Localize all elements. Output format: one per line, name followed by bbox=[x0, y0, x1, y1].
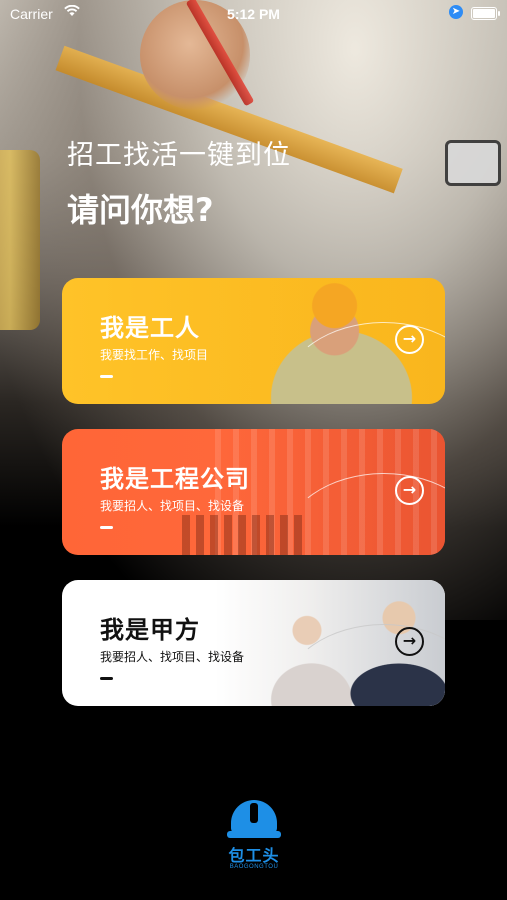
card-dash bbox=[100, 526, 113, 529]
headline: 招工找活一键到位 bbox=[67, 140, 291, 171]
arrow-right-icon[interactable]: → bbox=[395, 476, 424, 505]
card-dash bbox=[100, 375, 113, 378]
tape-measure-graphic bbox=[445, 140, 501, 186]
card-dash bbox=[100, 677, 113, 680]
question-title: 请问你想? bbox=[67, 191, 214, 229]
arrow-right-icon[interactable]: → bbox=[395, 627, 424, 656]
card-subtitle: 我要找工作、找项目 bbox=[100, 348, 209, 362]
worker-card[interactable]: 我是工人 我要找工作、找项目 → bbox=[62, 278, 445, 404]
app-logo: 包工头 BAOGONGTOU bbox=[227, 800, 281, 870]
arrow-right-icon[interactable]: → bbox=[395, 325, 424, 354]
battery-icon bbox=[471, 7, 500, 20]
location-arrow-icon: ➤ bbox=[449, 5, 463, 19]
client-card[interactable]: 我是甲方 我要招人、找项目、找设备 → bbox=[62, 580, 445, 706]
cup-graphic bbox=[0, 150, 40, 330]
logo-name: 包工头 bbox=[228, 846, 280, 865]
card-title: 我是工程公司 bbox=[100, 465, 250, 493]
helmet-icon bbox=[227, 800, 281, 838]
card-subtitle: 我要招人、找项目、找设备 bbox=[100, 499, 245, 513]
card-title: 我是甲方 bbox=[100, 616, 200, 644]
card-title: 我是工人 bbox=[100, 314, 200, 342]
company-card[interactable]: 我是工程公司 我要招人、找项目、找设备 → bbox=[62, 429, 445, 555]
clock: 5:12 PM bbox=[227, 6, 280, 22]
card-subtitle: 我要招人、找项目、找设备 bbox=[100, 650, 245, 664]
logo-name-en: BAOGONGTOU bbox=[229, 864, 279, 870]
status-bar: Carrier 5:12 PM ➤ bbox=[0, 0, 507, 28]
